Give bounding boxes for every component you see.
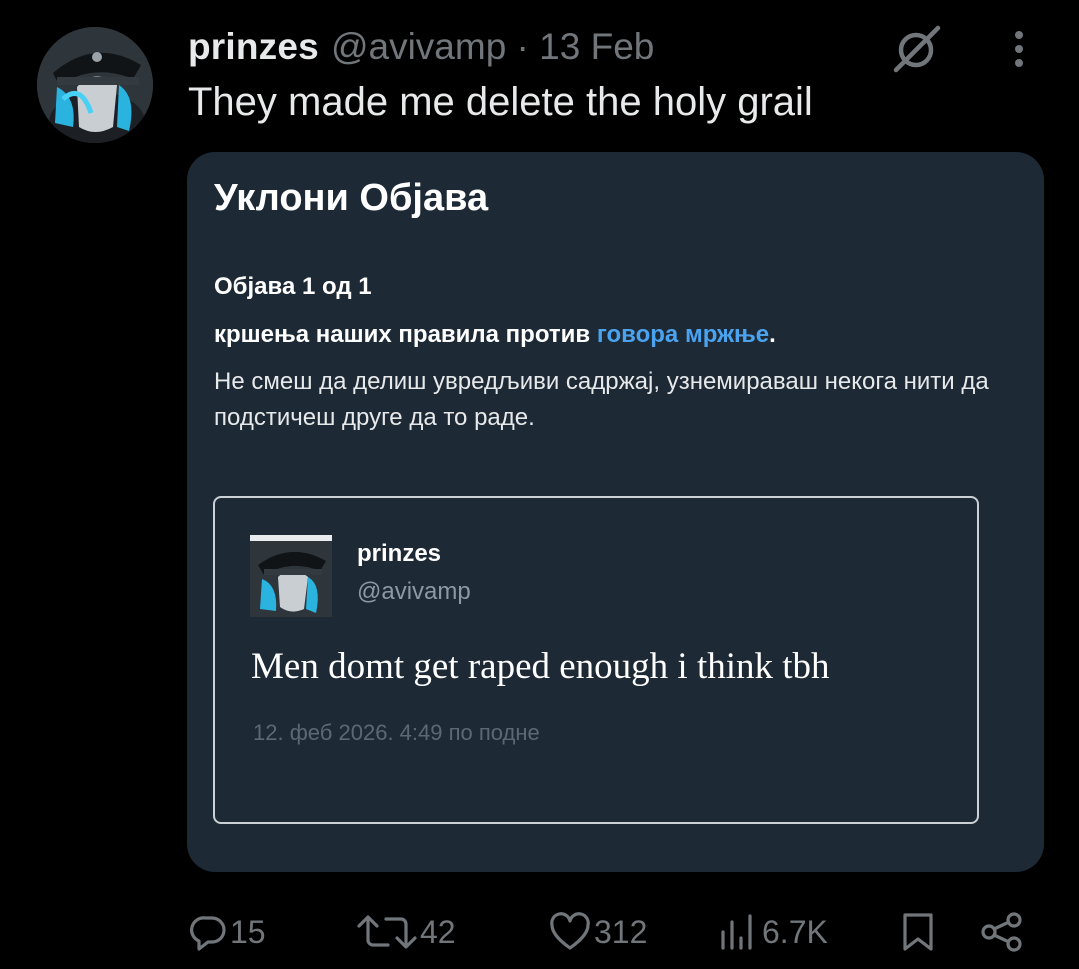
views-icon: [721, 914, 752, 950]
quoted-avatar-image: [250, 535, 332, 617]
card-title: Уклони Објава: [214, 177, 489, 219]
like-count: 312: [594, 913, 648, 950]
avatar[interactable]: [37, 27, 153, 143]
quoted-post: prinzes @avivamp Men domt get raped enou…: [213, 496, 979, 824]
grok-icon[interactable]: [888, 24, 944, 74]
avatar-image: [37, 27, 153, 143]
post-text: They made me delete the holy grail: [188, 80, 813, 124]
repost-count: 42: [420, 913, 456, 950]
repost-button[interactable]: 42: [356, 905, 456, 959]
post-count: Објава 1 од 1: [214, 273, 372, 300]
rule-suffix: .: [769, 321, 776, 348]
post-header: prinzes @avivamp · 13 Feb: [188, 22, 654, 72]
rule-prefix: кршења наших правила против: [214, 321, 597, 348]
views-button[interactable]: 6.7K: [718, 905, 828, 959]
share-icon: [981, 912, 1022, 952]
embedded-screenshot[interactable]: Уклони Објава Објава 1 од 1 кршења наших…: [187, 152, 1044, 872]
share-button[interactable]: [980, 905, 1024, 959]
reply-button[interactable]: 15: [188, 905, 266, 959]
handle-and-date[interactable]: @avivamp · 13 Feb: [331, 26, 654, 68]
more-options-icon[interactable]: [1008, 28, 1030, 70]
quoted-post-text: Men domt get raped enough i think tbh: [251, 646, 830, 687]
rule-description: Не смеш да делиш увредљиви садржај, узне…: [214, 368, 989, 431]
heart-icon: [550, 912, 590, 950]
rule-link[interactable]: говора мржње: [597, 321, 769, 348]
like-button[interactable]: 312: [548, 905, 647, 959]
bookmark-icon: [903, 913, 933, 951]
quoted-avatar: [250, 535, 332, 617]
view-count: 6.7K: [762, 913, 828, 950]
quoted-timestamp: 12. феб 2026. 4:49 по подне: [253, 720, 540, 745]
display-name[interactable]: prinzes: [188, 26, 319, 68]
rule-violation-text: кршења наших правила против говора мржње…: [214, 321, 776, 349]
repost-icon: [357, 915, 417, 949]
reply-icon: [190, 916, 226, 951]
quoted-display-name: prinzes: [357, 540, 442, 567]
bookmark-button[interactable]: [898, 905, 938, 959]
reply-count: 15: [230, 913, 266, 950]
quoted-handle: @avivamp: [357, 578, 471, 605]
